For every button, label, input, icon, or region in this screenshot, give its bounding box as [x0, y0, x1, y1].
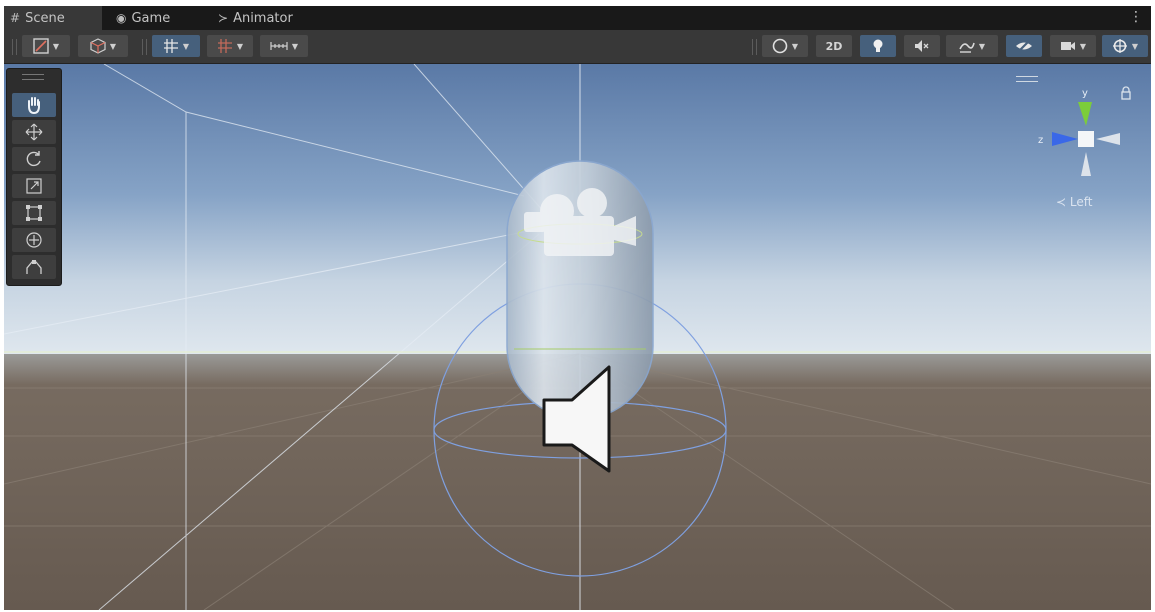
view-tool-button[interactable]	[12, 93, 56, 117]
effects-dropdown[interactable]: ▼	[946, 35, 998, 57]
rect-tool-button[interactable]	[12, 201, 56, 225]
tab-game-label: Game	[131, 10, 171, 26]
rotate-tool-button[interactable]	[12, 147, 56, 171]
gizmo-z-label: z	[1038, 135, 1043, 146]
camera-icon	[1060, 42, 1075, 50]
chevron-down-icon: ▼	[236, 41, 244, 51]
increment-snap-icon	[217, 39, 232, 53]
scene-render[interactable]	[4, 64, 1151, 610]
ruler-icon	[270, 42, 288, 50]
custom-tool-icon	[26, 260, 42, 274]
hand-icon	[28, 97, 40, 114]
tools-overlay	[6, 68, 62, 286]
gizmo-view-label[interactable]: ≺ Left	[1056, 195, 1092, 209]
grid-snap-toggle[interactable]: ▼	[152, 35, 200, 57]
lighting-toggle[interactable]	[860, 35, 896, 57]
scene-globe-dropdown[interactable]: ▼	[762, 35, 808, 57]
gizmo-y-label: y	[1082, 88, 1088, 99]
tab-bar: # Scene ◉ Game ≻ Animator ⋮	[4, 6, 1151, 30]
audio-toggle[interactable]	[904, 35, 940, 57]
increment-snap-toggle[interactable]: ▼	[207, 35, 253, 57]
gizmos-dropdown[interactable]: ▼	[1102, 35, 1148, 57]
visibility-toggle[interactable]	[1006, 35, 1042, 57]
gizmo-z-cone[interactable]	[1052, 132, 1078, 146]
chevron-down-icon: ▼	[52, 41, 60, 51]
effects-icon	[959, 42, 975, 53]
gamepad-icon: ◉	[116, 11, 127, 25]
cube-icon	[90, 38, 106, 54]
shaded-draw-mode-icon	[33, 38, 49, 54]
draw-mode-dropdown[interactable]: ▼	[22, 35, 70, 57]
more-options-icon[interactable]: ⋮	[1129, 9, 1143, 25]
toolbar-grip	[142, 39, 147, 55]
chevron-down-icon: ▼	[1079, 41, 1087, 51]
render-paths-dropdown[interactable]: ▼	[78, 35, 128, 57]
scale-icon	[26, 178, 42, 194]
gizmo-center-cube[interactable]	[1078, 131, 1094, 147]
scene-toolbar: ▼ ▼ ▼ ▼ ▼ ▼ 2D ▼ ▼ ▼	[4, 30, 1151, 64]
camera-dropdown[interactable]: ▼	[1050, 35, 1096, 57]
grid-snap-icon	[163, 39, 178, 53]
unity-scene-window: # Scene ◉ Game ≻ Animator ⋮ ▼ ▼ ▼ ▼ ▼ ▼ …	[4, 6, 1151, 610]
custom-tool-button[interactable]	[12, 255, 56, 279]
chevron-down-icon: ▼	[978, 41, 986, 51]
ruler-dropdown[interactable]: ▼	[260, 35, 308, 57]
move-tool-button[interactable]	[12, 120, 56, 144]
toolbar-grip	[752, 39, 757, 55]
hidden-eye-icon	[1016, 39, 1032, 53]
gizmo-x-cone[interactable]	[1096, 133, 1120, 145]
tab-game[interactable]: ◉ Game	[112, 6, 202, 30]
chevron-down-icon: ▼	[291, 41, 299, 51]
lightbulb-icon	[873, 39, 883, 52]
chevron-down-icon: ▼	[791, 41, 799, 51]
chevron-down-icon: ▼	[182, 41, 190, 51]
toolbar-grip	[12, 39, 17, 55]
tab-scene-label: Scene	[25, 10, 65, 26]
toggle-2d-button[interactable]: 2D	[816, 35, 852, 57]
tools-grip[interactable]	[22, 74, 44, 80]
tab-animator-label: Animator	[233, 10, 293, 26]
gizmo-y-cone[interactable]	[1078, 102, 1092, 126]
scene-grid-icon: #	[10, 11, 21, 25]
scale-tool-button[interactable]	[12, 174, 56, 198]
gizmos-icon	[1112, 39, 1127, 53]
chevron-down-icon: ▼	[1131, 41, 1139, 51]
transform-tool-button[interactable]	[12, 228, 56, 252]
chevron-down-icon: ▼	[109, 41, 117, 51]
globe-icon	[772, 38, 788, 54]
transform-icon	[26, 232, 42, 248]
audio-mute-icon	[915, 40, 929, 52]
rect-transform-icon	[26, 205, 42, 221]
scene-viewport[interactable]: y z ≺ Left	[4, 64, 1151, 610]
tab-scene[interactable]: # Scene	[4, 6, 102, 30]
gizmo-neg-y-cone[interactable]	[1081, 152, 1091, 176]
orientation-gizmo[interactable]: y z	[1028, 72, 1148, 212]
rotate-icon	[26, 151, 41, 167]
tab-animator[interactable]: ≻ Animator	[214, 6, 324, 30]
move-arrows-icon	[25, 123, 43, 141]
animator-icon: ≻	[218, 11, 229, 25]
